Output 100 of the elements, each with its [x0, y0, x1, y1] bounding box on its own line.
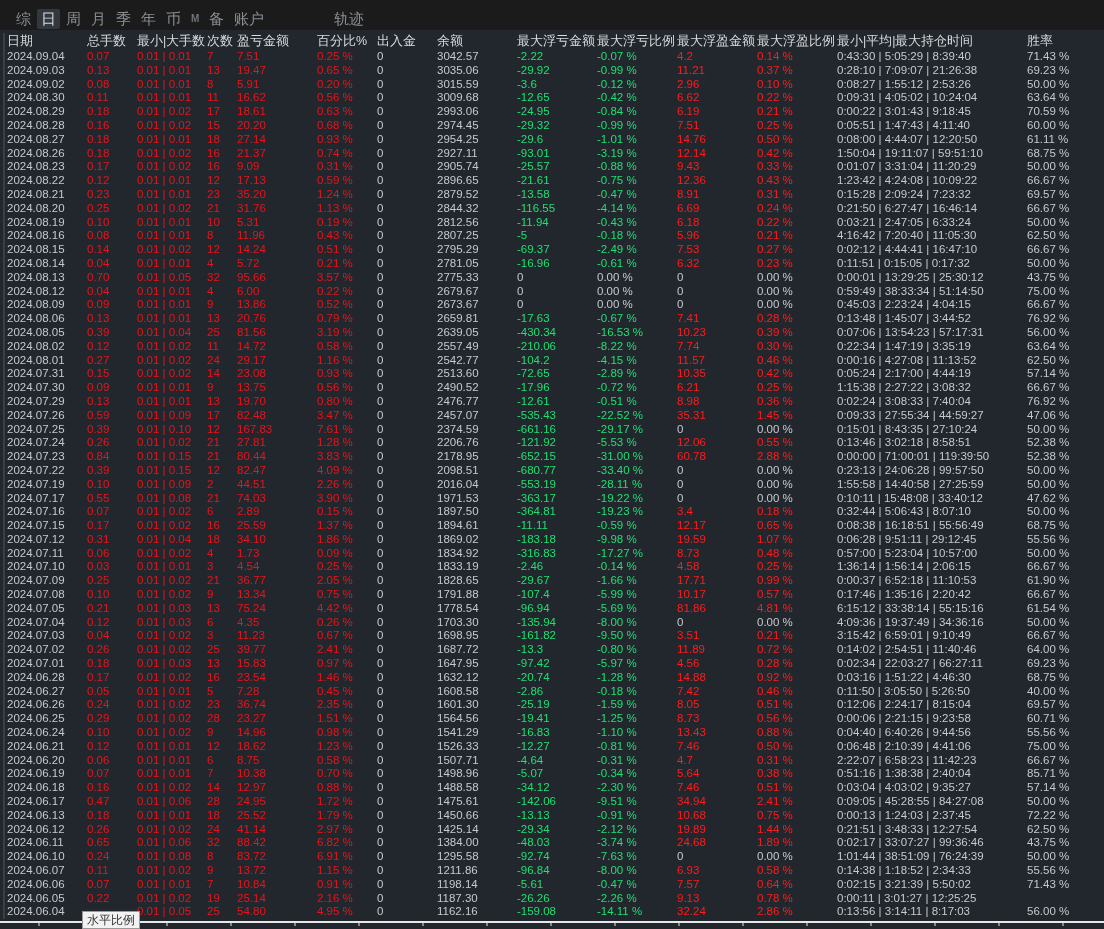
tab[interactable]: 币 [162, 9, 185, 29]
table-cell-text: 0:12:06 | 2:24:17 | 8:15:04 [837, 698, 972, 713]
table-cell-text: 0.01 | 0.02 [137, 201, 193, 216]
table-cell-text: 2206.76 [437, 436, 480, 451]
table-cell-text: 25.52 [237, 808, 267, 823]
table-cell-text: 7.74 [677, 339, 701, 354]
table-cell-text: 0.01 | 0.01 [137, 394, 193, 409]
table-cell-text: 0.88 % [757, 726, 794, 740]
table-cell-text: 1198.14 [437, 877, 479, 892]
table-cell-text: 4.54 [237, 560, 261, 575]
tab[interactable]: 周 [62, 9, 85, 29]
table-cell-text: -3.6 [517, 77, 538, 92]
table-cell-text: 81.86 [677, 601, 707, 616]
table-cell-text: 0 [677, 270, 685, 285]
table-cell-text: -0.81 % [597, 739, 638, 754]
table-cell-text: 75.00 % [1027, 739, 1071, 754]
table-cell-text: 0.00 % [757, 298, 794, 313]
table-cell-text: 0.45 % [317, 684, 354, 699]
table-cell-text: 50.00 % [1027, 77, 1071, 92]
table-cell-text: 2024.07.09 [7, 574, 66, 589]
table-cell-text: 0.92 % [757, 670, 794, 685]
table-cell-text: 1894.61 [437, 519, 480, 533]
table-cell-text: 8.75 [237, 753, 261, 768]
table-cell-text: 5.91 [237, 77, 261, 92]
table-cell-text: 0:02:17 | 33:07:27 | 99:36:46 [837, 836, 985, 851]
table-cell-text: 0:02:12 | 4:44:41 | 16:47:10 [837, 243, 979, 257]
tab[interactable]: 年 [137, 9, 160, 29]
table-cell-text: 0.00 % [757, 615, 794, 630]
table-cell-text: 6.69 [677, 201, 701, 216]
table-cell-text: -97.42 [517, 657, 551, 671]
table-cell-text: 2781.05 [437, 256, 480, 271]
table-cell-text: 0.01 | 0.02 [137, 891, 193, 906]
table-cell-text: 0 [377, 491, 385, 506]
table-cell-text: 6.19 [677, 105, 701, 119]
table-cell-text: 16 [207, 160, 221, 175]
tab[interactable]: 备 [205, 9, 229, 29]
table-cell-text: 0:01:07 | 3:31:04 | 11:20:29 [837, 160, 978, 175]
table-cell-text: 0.11 [87, 91, 110, 106]
table-cell-text: 62.50 % [1027, 229, 1071, 244]
table-cell-text: 0 [377, 256, 385, 271]
table-cell-text: 2.05 % [317, 574, 354, 589]
table-cell-text: 4.7 [677, 753, 694, 768]
table-cell-text: 0.01 | 0.01 [137, 753, 193, 768]
table-cell-text: -2.30 % [597, 781, 638, 796]
table-cell-text: 0.01 | 0.01 [137, 229, 193, 244]
table-cell-text: 2.35 % [317, 698, 354, 713]
table-cell-text: 0.00 % [757, 463, 794, 478]
table-cell-text: 36.74 [237, 698, 267, 713]
table-cell-text: 1.23 % [317, 739, 354, 754]
tab[interactable]: 轨迹 [330, 9, 369, 29]
table-cell-text: 0.79 % [317, 312, 354, 326]
table-cell-text: 5.31 [237, 215, 261, 230]
table-cell-text: 0.18 [87, 657, 111, 671]
table-cell-text: 23 [207, 698, 221, 713]
table-cell-text: 0.01 | 0.05 [137, 270, 193, 285]
table-cell-text: 0.31 % [757, 753, 794, 768]
table-cell-text: 0.25 % [757, 119, 794, 133]
table-cell-text: 0 [377, 339, 385, 354]
table-cell-text: 0.01 | 0.02 [137, 353, 193, 368]
table-cell-text: 0 [377, 698, 385, 713]
table-cell-text: 2024.07.31 [7, 367, 66, 382]
table-cell-text: 0 [377, 601, 385, 616]
table-cell-text: 6 [207, 505, 215, 520]
table-cell-text: 2024.06.13 [7, 808, 66, 823]
tab[interactable]: 季 [112, 9, 135, 29]
column-header: 最大浮亏比例 [597, 33, 676, 50]
tab[interactable]: M [187, 9, 204, 29]
table-cell-text: 0 [377, 670, 385, 685]
table-cell-text: 0:09:33 | 27:55:34 | 44:59:27 [837, 408, 985, 423]
table-cell-text: 0 [377, 877, 385, 892]
tab[interactable]: 日 [37, 9, 60, 29]
table-cell-text: 0.25 % [757, 560, 794, 575]
table-cell-text: 18.62 [237, 739, 267, 754]
table-cell-text: 32 [207, 270, 221, 285]
table-cell-text: 1.79 % [317, 808, 354, 823]
table-cell-text: 50.00 % [1027, 615, 1071, 630]
table-cell-text: 0.51 % [317, 243, 354, 257]
tab[interactable]: 月 [87, 9, 110, 29]
table-cell-text: 8.73 [677, 712, 701, 727]
table-cell-text: 25.14 [237, 891, 267, 906]
tab[interactable]: 账户 [230, 9, 269, 29]
table-cell-text: 2024.07.05 [7, 601, 66, 616]
table-cell-text: -2.46 [517, 560, 545, 575]
tab[interactable]: 综 [12, 9, 35, 29]
table-cell-text: 0.42 % [757, 146, 794, 161]
table-cell-text: 2024.07.15 [7, 519, 66, 533]
table-cell-text: 1834.92 [437, 546, 480, 561]
table-cell-text: 13.43 [677, 726, 707, 740]
table-cell-text: 7 [207, 877, 215, 892]
table-cell-text: 68.75 % [1027, 670, 1071, 685]
table-cell-text: -19.41 [517, 712, 551, 727]
table-cell-text: 2795.29 [437, 243, 480, 257]
table-cell-text: 0.25 % [757, 381, 794, 395]
table-cell-text: 0.28 % [757, 312, 794, 326]
table-cell-text: 0.21 % [757, 629, 794, 644]
table-cell-text: 0 [377, 781, 385, 796]
table-cell-text: 0:02:24 | 3:08:33 | 7:40:04 [837, 394, 972, 409]
table-cell-text: 56.00 % [1027, 325, 1071, 340]
table-cell-text: -96.84 [517, 864, 551, 878]
table-cell-text: 0 [677, 422, 685, 437]
